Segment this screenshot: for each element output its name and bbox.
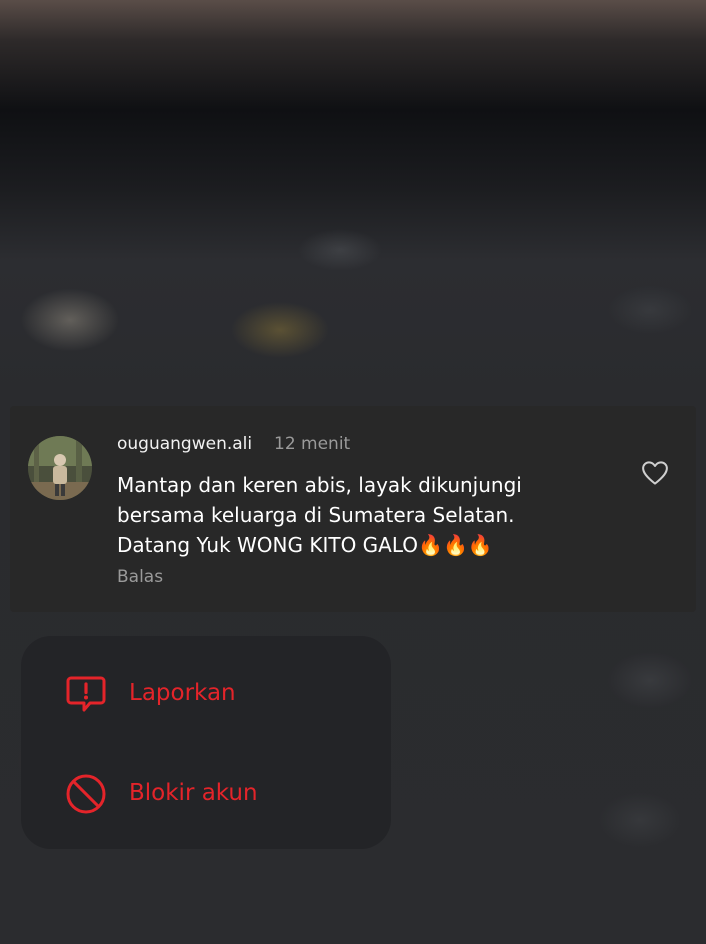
block-account-button[interactable]: Blokir akun [21, 744, 391, 844]
report-icon [65, 673, 107, 715]
comment-card: ouguangwen.ali 12 menit Mantap dan keren… [10, 406, 696, 612]
comment-username[interactable]: ouguangwen.ali [117, 434, 252, 454]
reply-button[interactable]: Balas [117, 567, 163, 587]
heart-outline-icon[interactable] [640, 458, 670, 488]
comment-action-menu: Laporkan Blokir akun [21, 636, 391, 849]
comment-text-line: bersama keluarga di Sumatera Selatan. [117, 503, 515, 527]
avatar[interactable] [28, 436, 92, 500]
block-icon [65, 773, 107, 815]
report-label: Laporkan [129, 680, 236, 706]
comment-text-line: Datang Yuk WONG KITO GALO🔥🔥🔥 [117, 533, 493, 557]
comment-timestamp: 12 menit [274, 434, 351, 454]
report-button[interactable]: Laporkan [21, 644, 391, 744]
comment-text: Mantap dan keren abis, layak dikunjungi … [117, 470, 597, 560]
block-account-label: Blokir akun [129, 780, 258, 806]
comment-text-line: Mantap dan keren abis, layak dikunjungi [117, 473, 522, 497]
